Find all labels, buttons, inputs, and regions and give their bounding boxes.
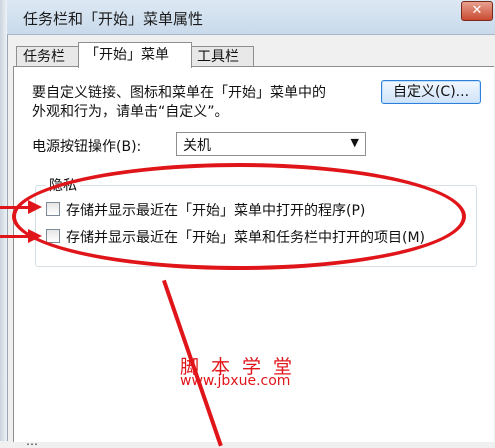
bottom-fragment: … [26,434,38,448]
power-button-value: 关机 [183,138,211,154]
title-bar: 任务栏和「开始」菜单属性 ✕ [7,0,495,35]
arrow-right-icon [28,200,42,214]
window-left-edge [0,0,8,441]
arrow-shaft-2 [0,235,30,238]
customize-button[interactable]: 自定义(C)... [381,80,481,104]
tab-taskbar[interactable]: 任务栏 [16,46,80,67]
power-button-label: 电源按钮操作(B): [32,139,142,155]
customize-description: 要自定义链接、图标和菜单在「开始」菜单中的 外观和行为，请单击“自定义”。 [32,84,372,122]
power-button-select[interactable]: 关机 ▼ [176,132,366,156]
window-title: 任务栏和「开始」菜单属性 [23,10,204,28]
description-line-2: 外观和行为，请单击“自定义”。 [32,104,229,120]
tab-start-menu[interactable]: 「开始」菜单 [78,42,192,68]
watermark-url: www.jbxue.com [180,373,291,389]
highlight-ellipse [12,163,466,270]
chevron-down-icon: ▼ [350,136,359,149]
close-button[interactable]: ✕ [461,1,493,21]
arrow-shaft-1 [0,206,30,209]
arrow-right-icon [28,229,42,243]
description-line-1: 要自定义链接、图标和菜单在「开始」菜单中的 [32,85,326,101]
tab-toolbars[interactable]: 工具栏 [190,46,254,67]
